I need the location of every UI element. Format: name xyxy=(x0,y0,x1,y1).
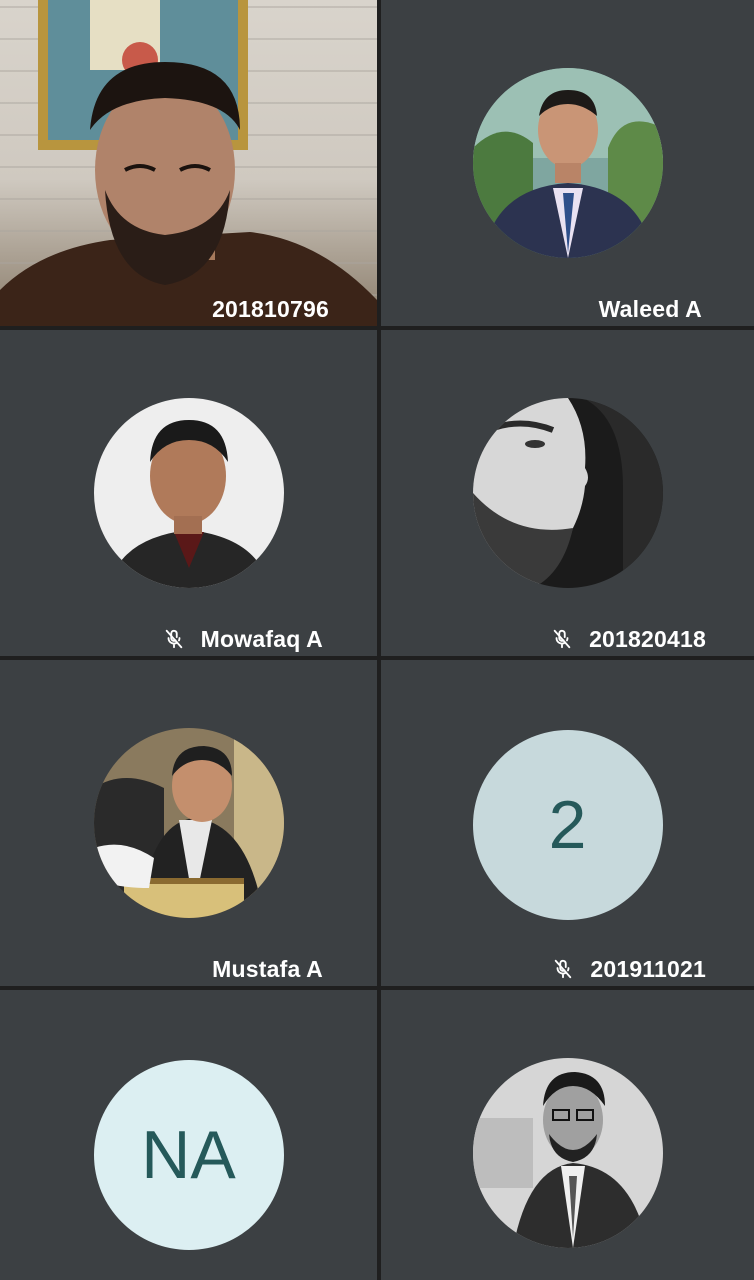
avatar-initials: 2 xyxy=(472,730,663,920)
participant-tile[interactable]: 2 201911021 xyxy=(381,660,754,986)
avatar xyxy=(472,68,663,258)
participant-name-row: Mustafa A xyxy=(212,954,323,984)
participant-tile[interactable]: Mowafaq A xyxy=(0,330,377,656)
participant-video xyxy=(0,0,377,326)
participant-tile[interactable]: Mustafa A xyxy=(0,660,377,986)
participant-name-row: 201820418 xyxy=(551,624,706,654)
avatar xyxy=(93,728,284,918)
avatar-initials: NA xyxy=(93,1060,284,1250)
participant-tile-video[interactable]: 201810796 xyxy=(0,0,377,326)
mic-off-icon xyxy=(165,629,182,649)
participant-name: Waleed A xyxy=(598,295,702,322)
avatar-initials-text: 2 xyxy=(548,787,587,863)
participant-tile[interactable] xyxy=(381,990,754,1280)
mic-off-icon xyxy=(553,629,571,649)
avatar xyxy=(93,398,284,588)
avatar xyxy=(472,1058,663,1248)
participant-grid: 201810796 Waleed A Mowafaq A 201820418 M… xyxy=(0,0,754,1280)
participant-name: 201911021 xyxy=(590,955,706,982)
participant-tile[interactable]: Waleed A xyxy=(381,0,754,326)
participant-name: Mowafaq A xyxy=(200,625,323,652)
participant-tile[interactable]: 201820418 xyxy=(381,330,754,656)
participant-name-row: Mowafaq A xyxy=(163,624,323,654)
participant-name: 201810796 xyxy=(212,295,329,322)
participant-name-row: Waleed A xyxy=(599,294,702,324)
participant-tile[interactable]: NA xyxy=(0,990,377,1280)
participant-name: 201820418 xyxy=(589,625,706,652)
avatar xyxy=(472,398,663,588)
participant-name-row: 201810796 xyxy=(212,294,329,324)
participant-name-row: 201911021 xyxy=(552,954,706,984)
mic-off-icon xyxy=(555,959,572,979)
participant-name: Mustafa A xyxy=(212,955,323,982)
avatar-initials-text: NA xyxy=(141,1117,236,1193)
